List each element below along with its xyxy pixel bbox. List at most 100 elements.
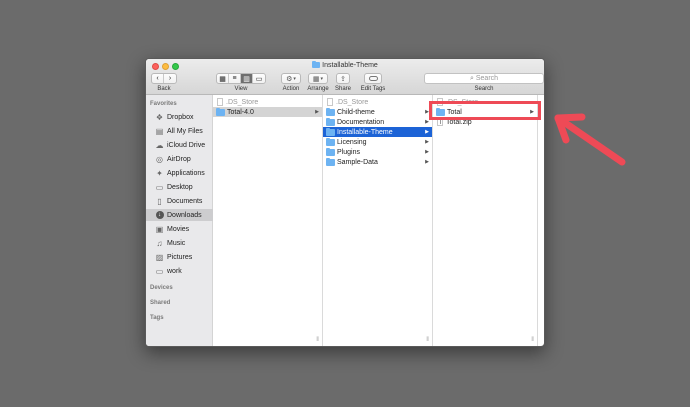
sidebar-item-desktop[interactable]: ▭ Desktop <box>146 181 213 193</box>
list-item[interactable]: .DS_Store <box>323 97 432 107</box>
column-view-icon[interactable]: ▥ <box>241 74 253 83</box>
view-label: View <box>234 86 248 92</box>
sidebar-item-label: Applications <box>167 169 205 177</box>
search-icon: ⌕ <box>469 74 474 82</box>
sidebar-item-applications[interactable]: ✦ Applications <box>146 167 213 179</box>
sidebar: Favorites ❖ Dropbox ▤ All My Files ☁ iCloud… <box>146 95 213 346</box>
sidebar-item-downloads[interactable]: ↓ Downloads <box>146 209 213 221</box>
favorites-header: Favorites <box>150 101 177 107</box>
list-item-label: Installable-Theme <box>337 128 393 136</box>
action-label: Action <box>282 86 300 92</box>
folder-icon <box>312 61 321 68</box>
list-item[interactable]: Plugins ▶ <box>323 147 432 157</box>
list-view-icon[interactable]: ≡ <box>229 74 241 83</box>
sidebar-item-label: Documents <box>167 197 203 205</box>
sidebar-item-all-my-files[interactable]: ▤ All My Files <box>146 125 213 137</box>
sidebar-item-label: Desktop <box>167 183 193 191</box>
list-item[interactable]: .DS_Store <box>213 97 322 107</box>
arrange-label: Arrange <box>307 86 329 92</box>
share-label: Share <box>334 86 351 92</box>
list-item-label: Child-theme <box>337 108 375 116</box>
sidebar-item-label: Pictures <box>167 253 193 261</box>
folder-icon: ▭ <box>155 266 164 276</box>
file-icon <box>217 98 223 106</box>
gear-icon: ⚙ <box>286 75 293 83</box>
sidebar-item-label: work <box>167 267 182 275</box>
folder-icon <box>216 107 225 116</box>
edit-tags-button[interactable] <box>364 73 382 84</box>
sidebar-item-label: All My Files <box>167 127 203 135</box>
grid-icon: ▦ <box>312 75 320 83</box>
tags-header: Tags <box>150 315 164 321</box>
sidebar-item-label: Music <box>167 239 186 247</box>
dropbox-icon: ❖ <box>155 112 164 122</box>
all-files-icon: ▤ <box>155 126 164 136</box>
back-forward-control[interactable]: ‹ › <box>151 73 177 84</box>
window-title: Installable-Theme <box>146 61 544 69</box>
list-item[interactable]: Sample-Data ▶ <box>323 157 432 167</box>
column-resize-handle[interactable]: ⦀ <box>531 337 534 344</box>
list-item[interactable]: Child-theme ▶ <box>323 107 432 117</box>
applications-icon: ✦ <box>156 168 163 178</box>
sidebar-item-work[interactable]: ▭ work <box>146 265 213 277</box>
share-icon: ⇪ <box>340 75 346 83</box>
chevron-down-icon: ▾ <box>293 75 296 82</box>
list-item-label: .DS_Store <box>336 98 369 106</box>
column-3: .DS_Store Total ▶ Total.zip ⦀ <box>433 95 538 346</box>
action-button[interactable]: ⚙ ▾ <box>281 73 301 84</box>
chevron-down-icon: ▾ <box>320 75 324 82</box>
column-resize-handle[interactable]: ⦀ <box>316 337 319 344</box>
sidebar-item-airdrop[interactable]: ◎ AirDrop <box>146 153 213 165</box>
search-placeholder: Search <box>475 75 499 82</box>
airdrop-icon: ◎ <box>156 154 163 164</box>
edit-tags-label: Edit Tags <box>360 86 386 92</box>
icon-view-icon[interactable]: ▦ <box>217 74 229 83</box>
list-item-label: Sample-Data <box>337 158 378 166</box>
arrange-button[interactable]: ▦ ▾ <box>308 73 328 84</box>
tag-icon <box>368 76 378 81</box>
folder-icon <box>326 147 335 156</box>
sidebar-item-label: Dropbox <box>167 113 194 121</box>
highlight-box <box>429 101 541 120</box>
list-item-label: Plugins <box>337 148 360 156</box>
sidebar-item-documents[interactable]: ▯ Documents <box>146 195 213 207</box>
list-item-label: Documentation <box>337 118 385 126</box>
folder-icon <box>326 117 335 126</box>
titlebar: Installable-Theme ‹ › Back ▦ ≡ ▥ ▭ View … <box>146 59 544 95</box>
sidebar-item-dropbox[interactable]: ❖ Dropbox <box>146 111 213 123</box>
view-control[interactable]: ▦ ≡ ▥ ▭ <box>216 73 266 84</box>
movies-icon: ▣ <box>155 224 164 234</box>
folder-icon <box>326 127 335 136</box>
sidebar-item-label: iCloud Drive <box>167 141 206 149</box>
list-item[interactable]: Documentation ▶ <box>323 117 432 127</box>
red-arrow-annotation <box>554 113 626 166</box>
music-icon: ♫ <box>156 238 163 248</box>
file-icon <box>327 98 333 106</box>
folder-icon <box>326 107 335 116</box>
list-item[interactable]: Installable-Theme ▶ <box>323 127 432 137</box>
chevron-right-icon: ▶ <box>315 109 319 115</box>
sidebar-item-label: Movies <box>167 225 190 233</box>
chevron-right-icon[interactable]: › <box>164 74 176 83</box>
sidebar-item-music[interactable]: ♫ Music <box>146 237 213 249</box>
chevron-right-icon: ▶ <box>425 159 429 165</box>
gallery-view-icon[interactable]: ▭ <box>253 74 265 83</box>
column-1: .DS_Store Total-4.0 ▶ ⦀ <box>213 95 323 346</box>
sidebar-item-pictures[interactable]: ▨ Pictures <box>146 251 213 263</box>
chevron-right-icon: ▶ <box>425 139 429 145</box>
sidebar-item-movies[interactable]: ▣ Movies <box>146 223 213 235</box>
list-item-label: Total-4.0 <box>227 108 254 116</box>
chevron-left-icon[interactable]: ‹ <box>152 74 164 83</box>
list-item-label: .DS_Store <box>226 98 259 106</box>
search-label: Search <box>474 86 494 92</box>
sidebar-item-icloud-drive[interactable]: ☁ iCloud Drive <box>146 139 213 151</box>
share-button[interactable]: ⇪ <box>336 73 350 84</box>
back-label: Back <box>157 86 171 92</box>
downloads-icon: ↓ <box>155 211 164 220</box>
list-item[interactable]: Licensing ▶ <box>323 137 432 147</box>
folder-icon <box>326 157 335 166</box>
chevron-right-icon: ▶ <box>425 149 429 155</box>
column-resize-handle[interactable]: ⦀ <box>426 337 429 344</box>
list-item[interactable]: Total-4.0 ▶ <box>213 107 322 117</box>
search-input[interactable]: ⌕ Search <box>424 73 544 84</box>
